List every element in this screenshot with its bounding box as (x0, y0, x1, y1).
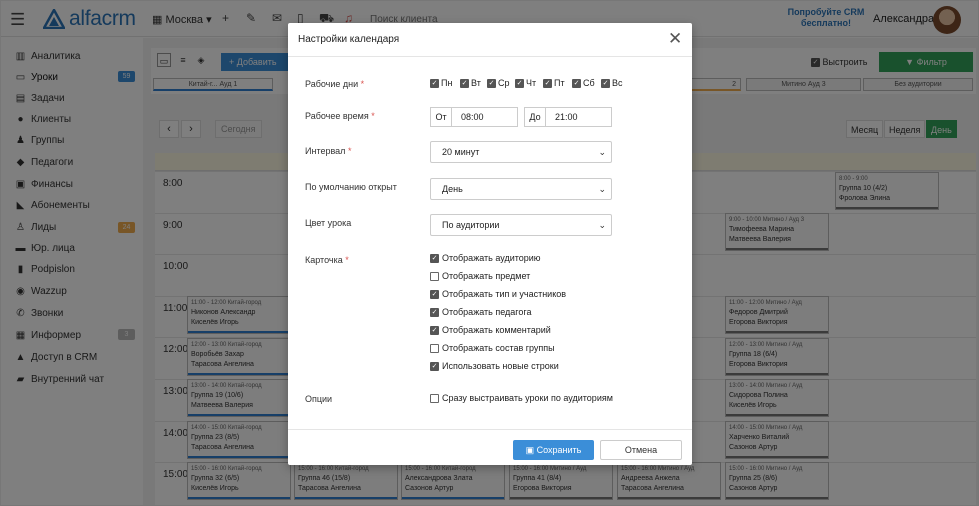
interval-label: Интервал * (305, 146, 351, 156)
default-open-select[interactable]: День ⌄ (430, 178, 612, 200)
checkbox-label: Чт (526, 78, 537, 88)
checkbox-label: Пн (441, 78, 453, 88)
chevron-down-icon: ⌄ (598, 220, 606, 230)
required-mark: * (371, 111, 375, 121)
checkbox-label: Отображать предмет (442, 271, 531, 281)
card-option-checkbox[interactable]: ✓ Использовать новые строки (430, 361, 559, 371)
checkbox-icon: ✓ (430, 78, 439, 88)
checkbox-icon (430, 343, 439, 353)
checkbox-icon (430, 393, 439, 403)
checkbox-icon: ✓ (430, 361, 439, 371)
default-open-value: День (442, 184, 463, 194)
checkbox-icon: ✓ (430, 289, 439, 299)
work-day-checkbox[interactable]: ✓ Чт (515, 78, 536, 88)
work-time-from-field[interactable]: От 08:00 (430, 107, 518, 127)
save-button[interactable]: ▣ Сохранить (513, 440, 594, 460)
checkbox-label: Вт (471, 78, 481, 88)
from-prefix: От (431, 108, 452, 126)
work-days-label-text: Рабочие дни (305, 79, 359, 89)
to-value: 21:00 (555, 112, 578, 122)
close-icon[interactable]: ✕ (668, 29, 682, 49)
options-label: Опции (305, 394, 333, 404)
checkbox-icon: ✓ (572, 78, 581, 88)
checkbox-icon: ✓ (601, 78, 610, 88)
checkbox-label: Пт (554, 78, 565, 88)
lesson-color-value: По аудитории (442, 220, 500, 230)
checkbox-label: Сб (583, 78, 595, 88)
rebuild-by-rooms-checkbox[interactable]: Сразу выстраивать уроки по аудиториям (430, 393, 613, 403)
checkbox-icon: ✓ (430, 253, 439, 263)
checkbox-label: Отображать комментарий (442, 325, 551, 335)
work-time-label-text: Рабочее время (305, 111, 369, 121)
work-day-checkbox[interactable]: ✓ Пн (430, 78, 452, 88)
checkbox-icon: ✓ (430, 325, 439, 335)
card-option-checkbox[interactable]: Отображать предмет (430, 271, 530, 281)
checkbox-icon: ✓ (515, 78, 524, 88)
checkbox-label: Отображать состав группы (442, 343, 555, 353)
checkbox-label: Отображать тип и участников (442, 289, 567, 299)
dialog-header: Настройки календаря ✕ (288, 23, 692, 57)
work-day-checkbox[interactable]: ✓ Вс (601, 78, 623, 88)
card-option-checkbox[interactable]: ✓ Отображать тип и участников (430, 289, 566, 299)
save-icon: ▣ (525, 445, 535, 455)
interval-select[interactable]: 20 минут ⌄ (430, 141, 612, 163)
required-mark: * (360, 79, 365, 89)
lesson-color-select[interactable]: По аудитории ⌄ (430, 214, 612, 236)
checkbox-label: Сразу выстраивать уроки по аудиториям (442, 393, 613, 403)
required-mark: * (345, 255, 349, 265)
checkbox-label: Вс (612, 78, 623, 88)
work-day-checkbox[interactable]: ✓ Вт (460, 78, 481, 88)
work-day-checkbox[interactable]: ✓ Пт (543, 78, 565, 88)
work-days-label: Рабочие дни * (305, 79, 364, 89)
work-time-label: Рабочее время * (305, 111, 375, 121)
chevron-down-icon: ⌄ (598, 184, 606, 194)
checkbox-icon: ✓ (430, 307, 439, 317)
interval-label-text: Интервал (305, 146, 346, 156)
checkbox-label: Отображать педагога (442, 307, 532, 317)
work-day-checkbox[interactable]: ✓ Сб (572, 78, 595, 88)
card-option-checkbox[interactable]: Отображать состав группы (430, 343, 555, 353)
save-label: Сохранить (536, 445, 582, 455)
dialog-footer: ▣ Сохранить Отмена (288, 429, 692, 465)
checkbox-icon: ✓ (543, 78, 552, 88)
card-option-checkbox[interactable]: ✓ Отображать аудиторию (430, 253, 541, 263)
checkbox-label: Ср (498, 78, 510, 88)
work-time-to-field[interactable]: До 21:00 (524, 107, 612, 127)
default-open-label: По умолчанию открыт (305, 182, 397, 192)
card-option-checkbox[interactable]: ✓ Отображать комментарий (430, 325, 551, 335)
checkbox-icon: ✓ (487, 78, 496, 88)
checkbox-label: Отображать аудиторию (442, 253, 541, 263)
card-label-text: Карточка (305, 255, 343, 265)
to-prefix: До (525, 108, 546, 126)
lesson-color-label: Цвет урока (305, 218, 352, 228)
from-value: 08:00 (461, 112, 484, 122)
interval-value: 20 минут (442, 147, 480, 157)
checkbox-icon: ✓ (460, 78, 469, 88)
calendar-settings-dialog: Настройки календаря ✕ Рабочие дни * ✓ Пн ✓… (288, 23, 692, 465)
card-option-checkbox[interactable]: ✓ Отображать педагога (430, 307, 531, 317)
checkbox-icon (430, 271, 439, 281)
app-window: ☰ alfacrm ▦ Москва ▾ + ✎ ✉ ▯ ⛟ ♫ Поиск к… (0, 0, 979, 506)
checkbox-label: Использовать новые строки (442, 361, 559, 371)
card-label: Карточка * (305, 255, 349, 265)
cancel-button[interactable]: Отмена (600, 440, 682, 460)
dialog-title: Настройки календаря (298, 34, 400, 45)
required-mark: * (347, 146, 352, 156)
work-day-checkbox[interactable]: ✓ Ср (487, 78, 510, 88)
chevron-down-icon: ⌄ (598, 147, 606, 157)
